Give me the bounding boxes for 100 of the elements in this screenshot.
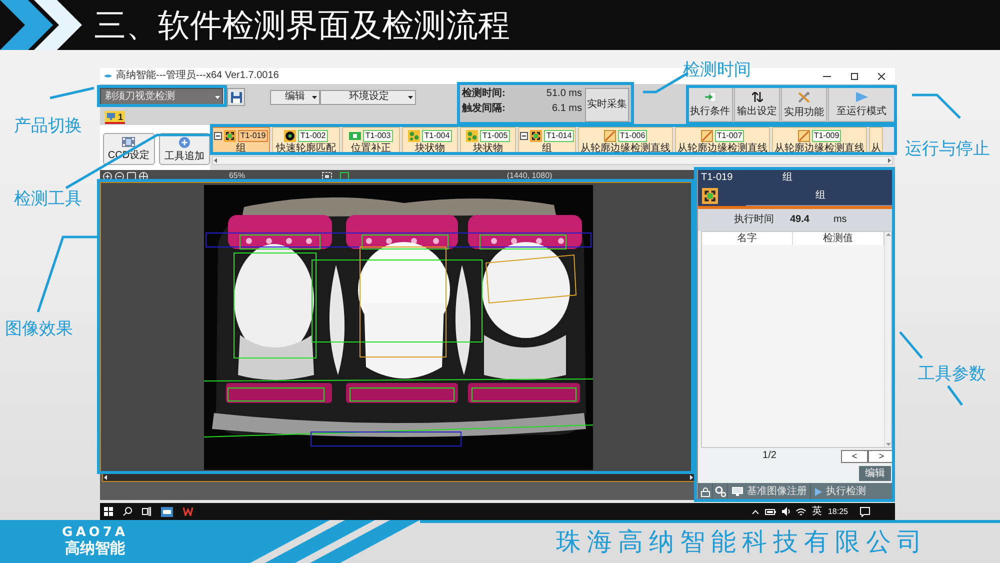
leader-line bbox=[910, 93, 962, 120]
edit-button[interactable]: 编辑 bbox=[859, 466, 891, 481]
panel-tool-id: T1-019 bbox=[700, 172, 733, 184]
speaker-icon[interactable] bbox=[782, 507, 790, 516]
play-icon bbox=[856, 92, 868, 102]
zoom-out-icon[interactable] bbox=[115, 172, 124, 180]
tool-button[interactable]: 工具追加 bbox=[158, 133, 210, 165]
toolbar-button[interactable]: 执行条件 bbox=[687, 87, 733, 122]
tools-icon bbox=[798, 92, 810, 102]
lock-button[interactable] bbox=[699, 483, 712, 500]
fit-icon[interactable] bbox=[127, 172, 136, 180]
square-outline-icon[interactable] bbox=[340, 172, 349, 180]
diagonal-line-icon bbox=[798, 130, 810, 142]
group-icon bbox=[530, 130, 542, 142]
page-tab[interactable]: 1 bbox=[105, 111, 126, 124]
tool-label: 位置补正 bbox=[351, 143, 391, 154]
zoom-in-icon[interactable] bbox=[103, 172, 112, 180]
callout-label: 检测时间 bbox=[683, 60, 751, 80]
panel-button[interactable]: 基准图像注册 bbox=[728, 483, 810, 500]
slide-title: 三、软件检测界面及检测流程 bbox=[94, 6, 510, 45]
tool-label: 快速轮廓匹配 bbox=[276, 143, 336, 154]
tool-label: 块状物 bbox=[473, 143, 503, 154]
leader-line bbox=[898, 330, 924, 360]
logo-wordmark: GAO7A bbox=[62, 526, 128, 540]
tool-label: 从轮廓边缘检测直线 bbox=[580, 143, 670, 154]
left-arrow-icon[interactable] bbox=[104, 474, 107, 480]
exec-time-unit: ms bbox=[833, 214, 847, 226]
collapse-icon[interactable] bbox=[520, 132, 528, 140]
battery-icon[interactable] bbox=[764, 508, 776, 514]
panel-button[interactable]: 执行检测 bbox=[811, 483, 895, 500]
tool-id: T1-005 bbox=[480, 130, 510, 142]
toolbar-button[interactable]: 实用功能 bbox=[781, 87, 827, 122]
stat-label: 检测时间: bbox=[462, 88, 506, 100]
exec-time-value: 49.4 bbox=[790, 214, 810, 226]
toolbar-button[interactable]: 至运行模式 bbox=[828, 87, 895, 122]
stat-value: 6.1 ms bbox=[552, 103, 582, 115]
tool-id: T1-009 bbox=[812, 130, 842, 142]
right-arrow-icon[interactable] bbox=[690, 474, 693, 480]
toolbar-button[interactable]: 输出设定 bbox=[734, 87, 780, 122]
task-view-icon[interactable] bbox=[142, 507, 151, 516]
monitor-icon bbox=[107, 113, 115, 120]
up-down-arrows-icon bbox=[752, 92, 762, 102]
exec-time-label: 执行时间 bbox=[734, 214, 774, 226]
target-icon bbox=[284, 130, 296, 142]
tool-label: 组 bbox=[542, 143, 552, 154]
brand-name: 高纳智能 bbox=[65, 540, 125, 558]
callout-label: 产品切换 bbox=[14, 116, 82, 136]
save-icon bbox=[230, 92, 242, 102]
monitor-icon bbox=[732, 487, 743, 496]
leader-line bbox=[946, 384, 964, 407]
callout-label: 图像效果 bbox=[5, 319, 73, 339]
image-size: (1440, 1080) bbox=[506, 171, 554, 181]
collapse-icon[interactable] bbox=[214, 132, 222, 140]
stat-value: 51.0 ms bbox=[546, 88, 582, 100]
menu-button[interactable]: 编辑 bbox=[270, 90, 320, 104]
panel-tool-title: 组 bbox=[782, 172, 793, 184]
caret-up-icon[interactable] bbox=[752, 510, 759, 514]
maximize-icon[interactable] bbox=[851, 72, 858, 80]
roi-icon[interactable] bbox=[322, 172, 332, 180]
play-icon bbox=[815, 488, 822, 496]
film-icon bbox=[122, 137, 136, 147]
caret-icon bbox=[408, 96, 413, 98]
crosshair-icon[interactable] bbox=[139, 172, 148, 180]
wifi-icon[interactable] bbox=[796, 508, 806, 516]
input-method-indicator[interactable]: 英 bbox=[812, 506, 822, 518]
left-arrow-icon[interactable] bbox=[214, 158, 217, 163]
right-arrow-icon[interactable] bbox=[888, 158, 891, 163]
zigzag-logo-icon[interactable] bbox=[183, 507, 193, 516]
close-icon[interactable] bbox=[878, 72, 885, 80]
tool-label: 组 bbox=[236, 143, 246, 154]
tool-id: T1-007 bbox=[714, 130, 744, 142]
app-logo-icon bbox=[104, 74, 112, 78]
caret-icon bbox=[215, 96, 220, 98]
save-button[interactable] bbox=[227, 88, 245, 106]
clock[interactable]: 18:25 bbox=[828, 506, 848, 516]
group-icon bbox=[702, 188, 718, 204]
group-icon bbox=[224, 130, 236, 142]
tool-id: T1-014 bbox=[544, 130, 574, 142]
app-icon[interactable] bbox=[161, 506, 173, 516]
windows-icon[interactable] bbox=[104, 507, 113, 516]
previous-button[interactable]: < bbox=[841, 450, 868, 462]
column-header: 名字 bbox=[702, 232, 793, 245]
tool-label: 块状物 bbox=[415, 143, 445, 154]
search-icon[interactable] bbox=[123, 507, 132, 516]
arrow-icon bbox=[704, 92, 716, 102]
zoom-level: 65% bbox=[228, 171, 246, 181]
menu-button[interactable]: 环境设定 bbox=[320, 90, 416, 104]
gears-icon bbox=[714, 486, 726, 497]
tool-label: 从轮廓边缘检测直线 bbox=[774, 143, 864, 154]
tool-id: T1-003 bbox=[363, 130, 393, 142]
caret-icon bbox=[312, 96, 317, 98]
tool-label: 从 bbox=[871, 143, 881, 154]
notification-icon[interactable] bbox=[860, 506, 870, 516]
blobs-icon bbox=[466, 130, 478, 142]
plus-icon bbox=[178, 136, 190, 148]
callout-label: 检测工具 bbox=[14, 189, 82, 209]
live-capture-button[interactable]: 实时采集 bbox=[585, 88, 629, 122]
stat-label: 触发间隔: bbox=[462, 103, 506, 115]
settings-button[interactable] bbox=[713, 483, 727, 500]
lock-icon bbox=[701, 486, 710, 496]
